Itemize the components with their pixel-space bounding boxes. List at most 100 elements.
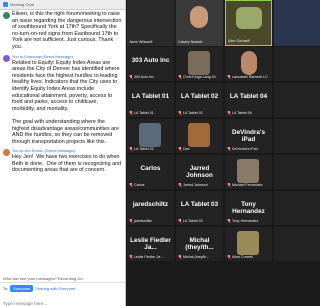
message-meta: You to Jen Euhon (Direct Message) (12, 148, 75, 154)
video-tile[interactable] (274, 0, 320, 46)
participant-name: Allan Crowell (232, 255, 253, 259)
chat-message: You to Jen Euhon (Direct Message) Hey Je… (3, 148, 122, 174)
message-input[interactable] (3, 301, 122, 306)
participant-name: Chris Kinga Lang 00 (183, 75, 216, 79)
composer: To: Everyone Sharing with Everyone (0, 282, 125, 306)
participant-name: Leslie Fiedler Ja... (134, 255, 164, 259)
video-tile[interactable]: jaredschiltz jaredschiltz (127, 191, 174, 225)
video-tile[interactable]: Michael Fernandez (225, 155, 272, 189)
avatar (3, 149, 10, 157)
mic-muted-icon (129, 219, 133, 223)
chat-title: Meeting Chat (10, 2, 34, 7)
participant-name: LA Tablet 02 (134, 147, 154, 151)
participant-video (241, 51, 257, 75)
participant-name: Jarred Johnson (183, 183, 208, 187)
mic-muted-icon (227, 219, 231, 223)
mic-muted-icon (129, 147, 133, 151)
video-tile[interactable]: LA Tablet 03 LA Tablet 03 (176, 191, 223, 225)
message-text: Eileen, is this the right forum/meeting … (12, 11, 123, 50)
chat-panel: Meeting Chat Eileen, is this the right f… (0, 0, 126, 306)
tile-title: LA Tablet 01 (131, 93, 170, 100)
mic-muted-icon (227, 255, 231, 259)
participant-name: Alex Scharff (228, 38, 250, 43)
video-tile[interactable]: Casey Nassin (176, 0, 223, 46)
chat-titlebar: Meeting Chat (0, 0, 125, 10)
mic-muted-icon (129, 183, 133, 187)
video-tile[interactable] (274, 83, 320, 117)
avatar (3, 12, 10, 19)
video-tile[interactable]: LA Tablet 01 LA Tablet 01 (127, 83, 174, 117)
top-video-row: Jane Wiswell Casey Nassin Alex Scharff (127, 0, 320, 46)
participant-video (237, 159, 259, 183)
video-tile[interactable]: Michal (they/th... Michal (they/th... (176, 227, 223, 261)
video-tile[interactable] (274, 191, 320, 225)
video-tile[interactable]: 303 Auto Inc 303 Auto Inc (127, 47, 174, 81)
video-tile[interactable]: LA Tablet 02 (127, 119, 174, 153)
message-text: Related to Equity: Equity Index Areas ar… (12, 59, 120, 145)
participant-name: Tony Hernandez (232, 219, 259, 223)
mic-muted-icon (227, 111, 231, 115)
message-list: Eileen, is this the right forum/meeting … (0, 10, 125, 174)
video-tile[interactable]: Tony Hernandez Tony Hernandez (225, 191, 272, 225)
mic-muted-icon (178, 147, 182, 151)
chat-message: Eileen, is this the right forum/meeting … (3, 11, 122, 51)
video-tile[interactable]: DeVindra's iPad DeVindra's iPad (225, 119, 272, 153)
tile-title: LA Tablet 03 (180, 201, 219, 208)
video-tile[interactable] (274, 47, 320, 81)
participant-video (139, 123, 161, 147)
mic-muted-icon (227, 75, 231, 79)
to-label: To: (3, 286, 9, 291)
app-icon (3, 2, 8, 7)
video-tile[interactable]: Carlos Carlos (127, 155, 174, 189)
message-text: Hey Jen! We have two exercises to do whe… (12, 154, 123, 174)
tile-title: LA Tablet 04 (229, 93, 268, 100)
mic-muted-icon (178, 183, 182, 187)
tile-title: LA Tablet 02 (180, 93, 219, 100)
video-tile[interactable]: Lancaster Ramesh LC (225, 47, 272, 81)
participant-video (237, 231, 259, 255)
mic-muted-icon (178, 255, 182, 259)
mic-muted-icon (227, 147, 231, 151)
mic-muted-icon (178, 111, 182, 115)
participant-name: LA Tablet 03 (183, 219, 203, 223)
participant-name: Jane Wiswell (129, 39, 153, 44)
video-tile[interactable]: Leslie Fiedler Ja... Leslie Fiedler Ja... (127, 227, 174, 261)
tile-title: Michal (they/th... (185, 237, 214, 251)
video-tile[interactable]: Allan Crowell (225, 227, 272, 261)
privacy-notice[interactable]: Who can see your messages? Recording On (3, 276, 83, 281)
video-tile[interactable]: Jane Wiswell (127, 0, 174, 46)
video-tile[interactable]: LA Tablet 02 LA Tablet 02 (176, 83, 223, 117)
chat-message: You to Everyone (Direct Message) Related… (3, 54, 122, 146)
mic-muted-icon (129, 75, 133, 79)
participant-name: DeVindra's iPad (232, 147, 258, 151)
tile-title: Carlos (140, 165, 161, 172)
recipient-dropdown[interactable]: Everyone (10, 285, 34, 292)
video-tile[interactable]: Jarred Johnson Jarred Johnson (176, 155, 223, 189)
video-tile-active[interactable]: Alex Scharff (225, 0, 272, 46)
participant-video (188, 51, 210, 75)
video-tile[interactable] (274, 155, 320, 189)
tile-title: Leslie Fiedler Ja... (130, 237, 171, 251)
message-meta: You to Everyone (Direct Message) (12, 53, 73, 59)
sharing-link[interactable]: Sharing with Everyone (35, 286, 75, 291)
avatar (3, 54, 10, 62)
video-tile[interactable] (274, 119, 320, 153)
tile-title: jaredschiltz (132, 201, 169, 208)
tile-title: Tony Hernandez (232, 201, 265, 215)
tile-title: Jarred Johnson (186, 165, 213, 179)
participant-name: LA Tablet 02 (183, 111, 203, 115)
participant-name: Carlos (134, 183, 145, 187)
tile-title: 303 Auto Inc (131, 57, 170, 64)
mic-muted-icon (178, 75, 182, 79)
participant-name: 303 Auto Inc (134, 75, 154, 79)
video-tile[interactable]: Chris Kinga Lang 00 (176, 47, 223, 81)
video-grid: 303 Auto Inc 303 Auto Inc Chris Kinga Lan… (127, 47, 320, 306)
mic-muted-icon (178, 219, 182, 223)
video-tile[interactable] (274, 227, 320, 261)
participant-name: Michael Fernandez (232, 183, 263, 187)
participant-name: Lancaster Ramesh LC (232, 75, 268, 79)
mic-muted-icon (227, 183, 231, 187)
participant-name: LA Tablet 01 (134, 111, 154, 115)
video-tile[interactable]: Dee (176, 119, 223, 153)
video-tile[interactable]: LA Tablet 04 LA Tablet 04 (225, 83, 272, 117)
